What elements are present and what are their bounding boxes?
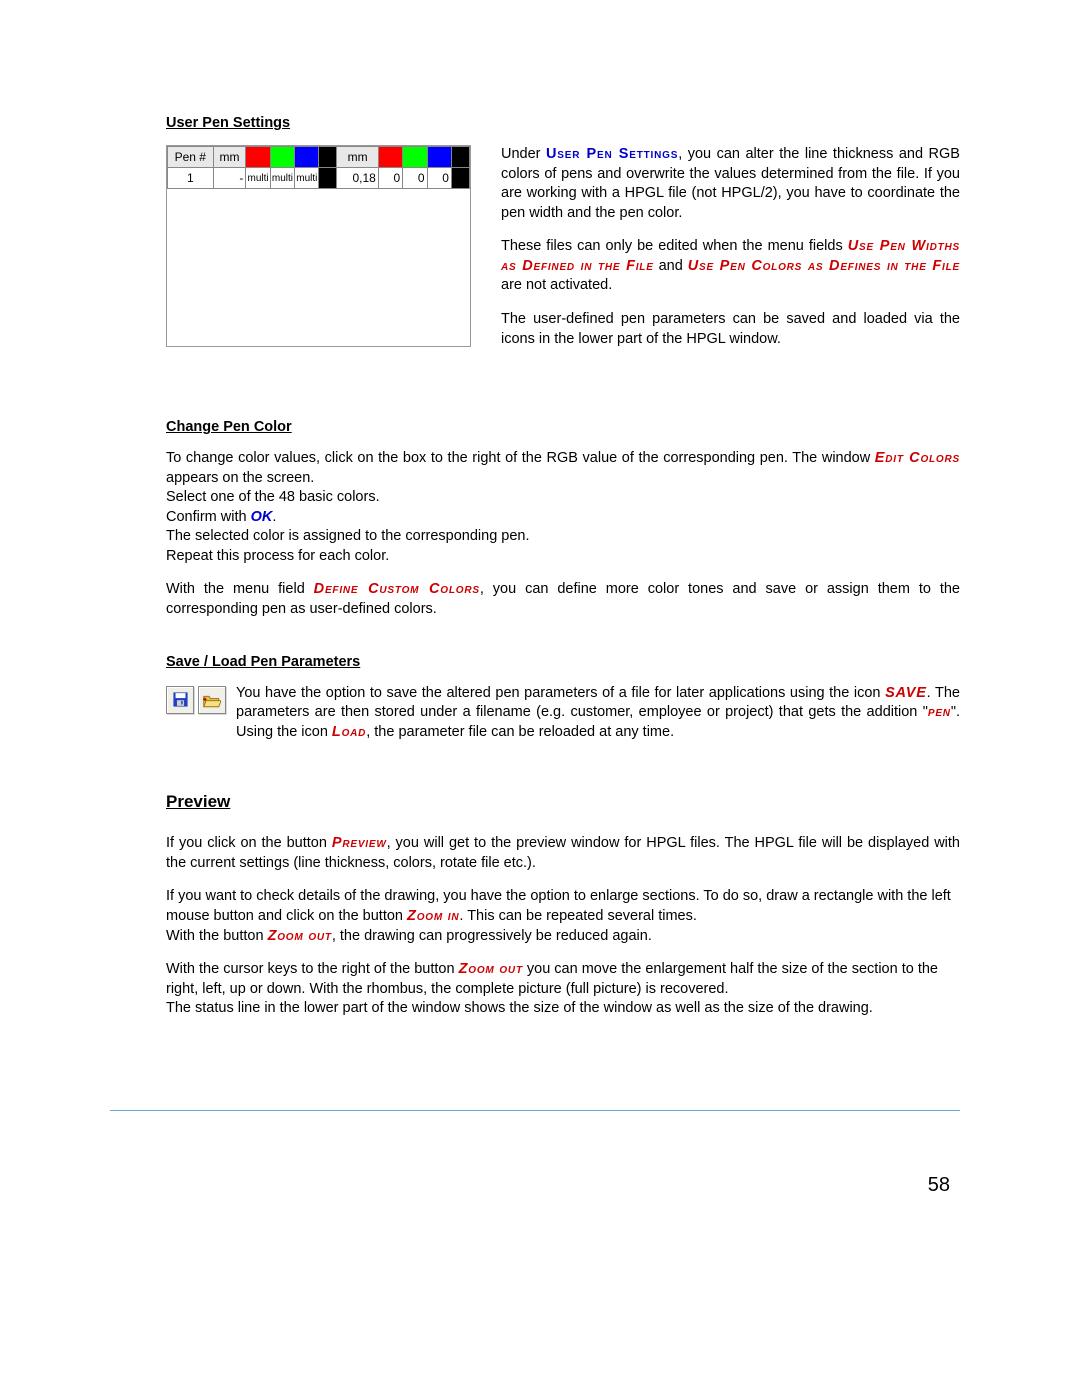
cell-pen: 1 xyxy=(168,168,214,189)
text: , the drawing can progressively be reduc… xyxy=(332,928,652,944)
cell-sw1-color[interactable] xyxy=(319,168,337,189)
load-ref: Load xyxy=(332,724,366,740)
smallcaps-term: User Pen Settings xyxy=(546,146,678,162)
cell-g1[interactable]: multi xyxy=(270,168,294,189)
text: . xyxy=(272,509,276,525)
text: and xyxy=(654,258,688,274)
col-header-r1 xyxy=(246,147,270,168)
table-header-row: Pen # mm mm xyxy=(168,147,470,168)
text: To change color values, click on the box… xyxy=(166,450,875,466)
text: Under xyxy=(501,146,546,162)
dialog-ref: Edit Colors xyxy=(875,450,960,466)
heading-preview: Preview xyxy=(166,792,960,812)
text: Select one of the 48 basic colors. xyxy=(166,489,380,505)
col-header-b1 xyxy=(295,147,319,168)
button-ref: Zoom in xyxy=(407,908,459,924)
text: The user-defined pen parameters can be s… xyxy=(501,310,960,349)
heading-user-pen-settings: User Pen Settings xyxy=(166,115,960,131)
text: You have the option to save the altered … xyxy=(236,685,885,701)
preview-body: If you click on the button Preview, you … xyxy=(166,834,960,1019)
col-header-g1 xyxy=(270,147,294,168)
pen-ext-ref: pen xyxy=(928,704,951,720)
cell-g2[interactable]: 0 xyxy=(403,168,427,189)
cell-mm1[interactable]: - xyxy=(213,168,246,189)
cell-mm2[interactable]: 0,18 xyxy=(337,168,378,189)
pen-settings-table: Pen # mm mm 1 - multi multi xyxy=(166,145,471,347)
page-number: 58 xyxy=(928,1174,950,1197)
save-icon-button[interactable] xyxy=(166,686,194,714)
col-header-g2 xyxy=(403,147,427,168)
cell-b2[interactable]: 0 xyxy=(427,168,451,189)
col-header-mm1: mm xyxy=(213,147,246,168)
text: With the cursor keys to the right of the… xyxy=(166,961,459,977)
text: are not activated. xyxy=(501,277,612,293)
change-pen-color-body: To change color values, click on the box… xyxy=(166,449,960,620)
ok-ref: OK xyxy=(251,509,273,525)
load-icon-button[interactable] xyxy=(198,686,226,714)
save-ref: SAVE xyxy=(885,685,927,701)
text: If you click on the button xyxy=(166,835,332,851)
text: . This can be repeated several times. xyxy=(459,908,697,924)
button-ref: Zoom out xyxy=(459,961,523,977)
col-header-mm2: mm xyxy=(337,147,378,168)
col-header-sw2 xyxy=(451,147,469,168)
button-ref: Preview xyxy=(332,835,387,851)
table-row: 1 - multi multi multi 0,18 0 0 0 xyxy=(168,168,470,189)
heading-save-load: Save / Load Pen Parameters xyxy=(166,654,960,670)
heading-change-pen-color: Change Pen Color xyxy=(166,419,960,435)
cell-r2[interactable]: 0 xyxy=(378,168,402,189)
text: appears on the screen. xyxy=(166,470,314,486)
text: With the button xyxy=(166,928,268,944)
text: These files can only be edited when the … xyxy=(501,238,848,254)
user-pen-settings-description: Under User Pen Settings, you can alter t… xyxy=(501,145,960,363)
text: The status line in the lower part of the… xyxy=(166,1000,873,1016)
save-load-description: You have the option to save the altered … xyxy=(236,684,960,743)
text: With the menu field xyxy=(166,581,314,597)
cell-sw2-color[interactable] xyxy=(451,168,469,189)
text: The selected color is assigned to the co… xyxy=(166,528,530,544)
text: Confirm with xyxy=(166,509,251,525)
text: , the parameter file can be reloaded at … xyxy=(366,724,674,740)
col-header-b2 xyxy=(427,147,451,168)
button-ref: Zoom out xyxy=(268,928,332,944)
col-header-sw1 xyxy=(319,147,337,168)
col-header-pen: Pen # xyxy=(168,147,214,168)
cell-r1[interactable]: multi xyxy=(246,168,270,189)
folder-open-icon xyxy=(203,692,221,708)
menu-field-ref: Define Custom Colors xyxy=(314,581,480,597)
cell-b1[interactable]: multi xyxy=(295,168,319,189)
menu-field-ref: Use Pen Colors as Defines in the File xyxy=(688,258,960,274)
floppy-disk-icon xyxy=(172,691,189,708)
text: Repeat this process for each color. xyxy=(166,548,389,564)
footer-divider xyxy=(110,1110,960,1111)
col-header-r2 xyxy=(378,147,402,168)
